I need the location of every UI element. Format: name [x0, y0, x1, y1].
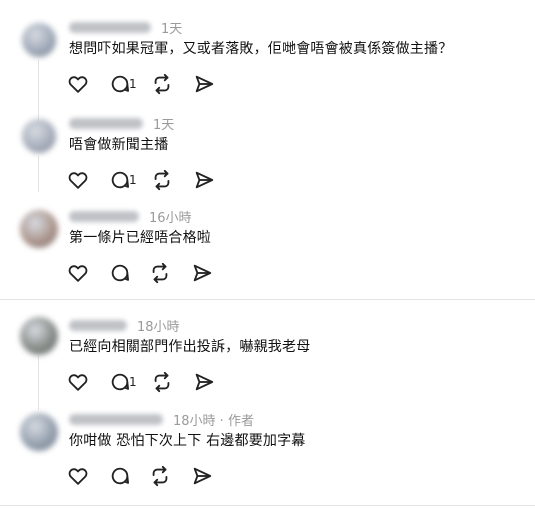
timestamp: 1天 — [161, 21, 183, 37]
speech-bubble-icon — [109, 73, 131, 95]
reply-count: 1 — [129, 77, 137, 91]
section-divider — [0, 505, 535, 506]
repost-icon — [149, 465, 171, 487]
username-blurred[interactable] — [69, 413, 163, 425]
share-button[interactable] — [193, 169, 215, 191]
heart-icon — [67, 169, 89, 191]
comment-meta: 1天 — [69, 113, 174, 133]
section-divider — [0, 299, 535, 300]
repost-icon — [149, 262, 171, 284]
action-bar — [67, 262, 227, 284]
comment-text: 已經向相關部門作出投訴，嚇親我老母 — [69, 339, 311, 355]
comment-meta: 18小時 · 作者 — [69, 409, 254, 429]
send-icon — [191, 262, 213, 284]
username-blurred[interactable] — [69, 210, 139, 222]
reply-count: 1 — [129, 173, 137, 187]
share-button[interactable] — [193, 371, 215, 393]
reply-button[interactable] — [109, 262, 135, 284]
reply-button[interactable]: 1 — [109, 371, 137, 393]
action-bar: 1 — [67, 371, 229, 393]
username-blurred[interactable] — [69, 117, 143, 129]
reply-button[interactable] — [109, 465, 135, 487]
repost-button[interactable] — [151, 169, 173, 191]
repost-button[interactable] — [149, 262, 171, 284]
like-button[interactable] — [67, 465, 89, 487]
speech-bubble-icon — [109, 465, 131, 487]
comment-meta: 16小時 — [69, 206, 192, 226]
comment-meta: 1天 — [69, 17, 182, 37]
send-icon — [193, 73, 215, 95]
timestamp: 18小時 · 作者 — [173, 413, 254, 429]
reply-button[interactable]: 1 — [109, 73, 137, 95]
send-icon — [193, 169, 215, 191]
thread-line — [38, 156, 39, 192]
avatar[interactable] — [20, 317, 58, 355]
comment-text: 第一條片已經唔合格啦 — [69, 230, 211, 246]
username-blurred[interactable] — [69, 21, 151, 33]
repost-icon — [151, 169, 173, 191]
repost-icon — [151, 371, 173, 393]
thread-line — [38, 356, 39, 410]
share-button[interactable] — [191, 262, 213, 284]
heart-icon — [67, 262, 89, 284]
like-button[interactable] — [67, 73, 89, 95]
send-icon — [193, 371, 215, 393]
comment-text: 你咁做 恐怕下次上下 右邊都要加字幕 — [69, 433, 306, 449]
speech-bubble-icon — [109, 371, 131, 393]
reply-count: 1 — [129, 375, 137, 389]
repost-button[interactable] — [151, 73, 173, 95]
repost-icon — [151, 73, 173, 95]
timestamp: 18小時 — [137, 319, 180, 335]
avatar[interactable] — [20, 413, 58, 451]
comment-text: 想問吓如果冠軍，又或者落敗，佢哋會唔會被真係簽做主播？ — [69, 41, 453, 57]
avatar[interactable] — [20, 210, 58, 248]
timestamp: 16小時 — [149, 210, 192, 226]
heart-icon — [67, 465, 89, 487]
send-icon — [191, 465, 213, 487]
action-bar: 1 — [67, 73, 229, 95]
like-button[interactable] — [67, 169, 89, 191]
avatar[interactable] — [22, 23, 56, 57]
speech-bubble-icon — [109, 262, 131, 284]
repost-button[interactable] — [151, 371, 173, 393]
action-bar — [67, 465, 227, 487]
timestamp: 1天 — [153, 117, 175, 133]
share-button[interactable] — [191, 465, 213, 487]
repost-button[interactable] — [149, 465, 171, 487]
heart-icon — [67, 371, 89, 393]
reply-button[interactable]: 1 — [109, 169, 137, 191]
like-button[interactable] — [67, 371, 89, 393]
share-button[interactable] — [193, 73, 215, 95]
heart-icon — [67, 73, 89, 95]
speech-bubble-icon — [109, 169, 131, 191]
avatar[interactable] — [22, 119, 56, 153]
username-blurred[interactable] — [69, 319, 127, 331]
like-button[interactable] — [67, 262, 89, 284]
comment-meta: 18小時 — [69, 315, 180, 335]
action-bar: 1 — [67, 169, 229, 191]
comment-text: 唔會做新聞主播 — [69, 137, 169, 153]
